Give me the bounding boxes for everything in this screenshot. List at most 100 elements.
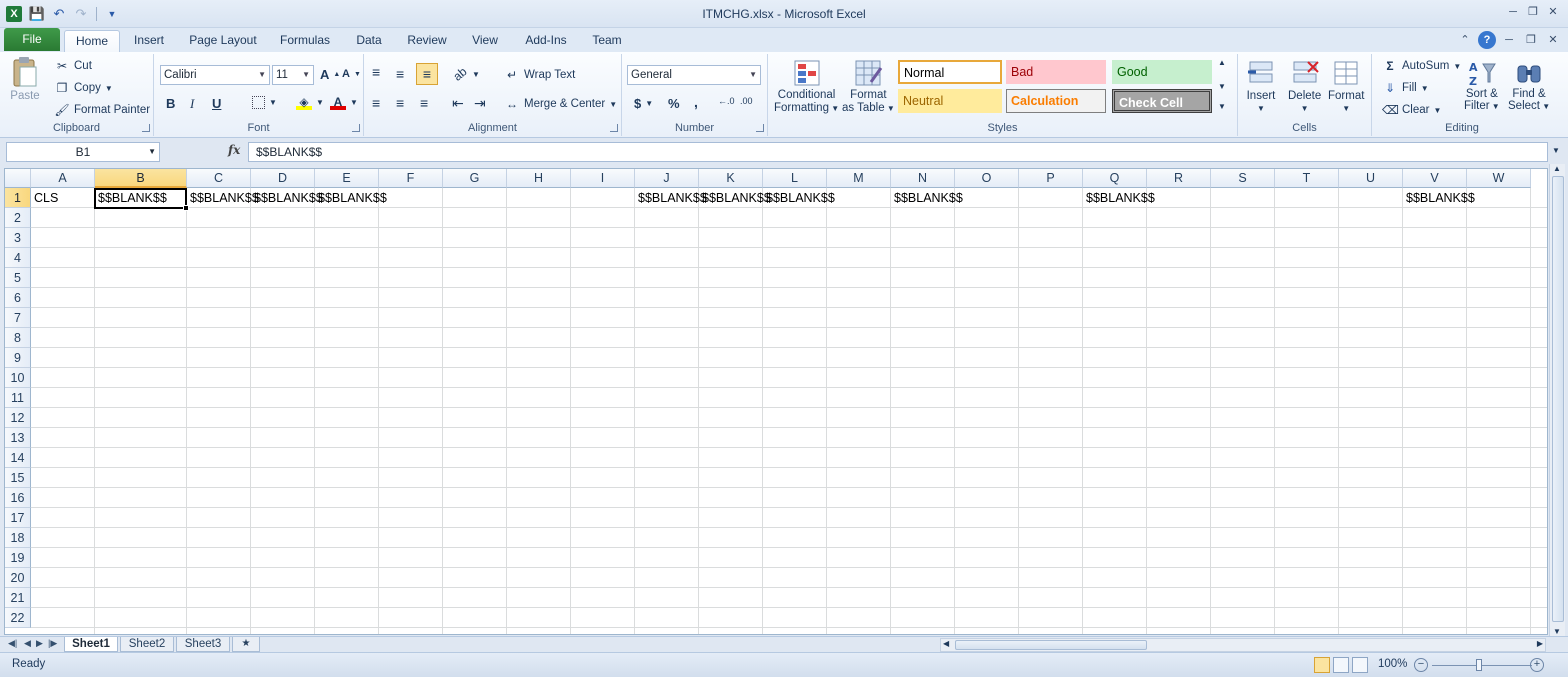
- cell-c1[interactable]: $$BLANK$$: [188, 188, 259, 208]
- cell-l1[interactable]: $$BLANK$$: [764, 188, 835, 208]
- find-select-button[interactable]: Find & Select ▼: [1508, 58, 1550, 112]
- wrap-text-button[interactable]: ↵ Wrap Text: [504, 67, 575, 83]
- column-header-k[interactable]: K: [699, 169, 763, 188]
- format-cells-button[interactable]: Format ▼: [1328, 58, 1364, 113]
- scroll-left-icon[interactable]: ◀: [943, 639, 949, 648]
- column-header-g[interactable]: G: [443, 169, 507, 188]
- cell-j1[interactable]: $$BLANK$$: [636, 188, 707, 208]
- row-header-21[interactable]: 21: [5, 588, 31, 608]
- column-header-m[interactable]: M: [827, 169, 891, 188]
- minimize-icon[interactable]: ─: [1504, 4, 1522, 20]
- column-header-p[interactable]: P: [1019, 169, 1083, 188]
- vertical-scrollbar[interactable]: ▲ ▼: [1549, 164, 1565, 636]
- decrease-decimal-button[interactable]: .00: [740, 96, 753, 106]
- cell-v1[interactable]: $$BLANK$$: [1404, 188, 1475, 208]
- delete-cells-button[interactable]: Delete ▼: [1288, 58, 1321, 113]
- workbook-close-icon[interactable]: ✕: [1544, 31, 1562, 49]
- style-neutral[interactable]: Neutral: [898, 89, 1002, 113]
- scroll-right-icon[interactable]: ▶: [1537, 639, 1543, 648]
- formula-input[interactable]: $$BLANK$$: [248, 142, 1548, 162]
- number-launcher-icon[interactable]: [756, 124, 764, 132]
- align-bottom-button[interactable]: ≡: [416, 63, 438, 85]
- page-break-view-icon[interactable]: [1352, 657, 1368, 673]
- increase-decimal-button[interactable]: ←.0: [718, 96, 735, 106]
- row-header-3[interactable]: 3: [5, 228, 31, 248]
- style-normal[interactable]: Normal: [898, 60, 1002, 84]
- align-top-button[interactable]: ≡: [372, 64, 380, 80]
- row-header-22[interactable]: 22: [5, 608, 31, 628]
- align-right-button[interactable]: ≡: [420, 95, 428, 111]
- scroll-down-icon[interactable]: ▼: [1553, 627, 1561, 636]
- select-all-corner[interactable]: [5, 169, 31, 188]
- row-header-4[interactable]: 4: [5, 248, 31, 268]
- row-header-12[interactable]: 12: [5, 408, 31, 428]
- cell-d1[interactable]: $$BLANK$$: [252, 188, 323, 208]
- fill-button[interactable]: ⇓ Fill ▼: [1382, 80, 1429, 96]
- row-header-8[interactable]: 8: [5, 328, 31, 348]
- workbook-minimize-icon[interactable]: ─: [1500, 31, 1518, 49]
- row-header-2[interactable]: 2: [5, 208, 31, 228]
- cell-e1[interactable]: $$BLANK$$: [316, 188, 387, 208]
- number-format-select[interactable]: General ▼: [627, 65, 761, 85]
- format-painter-button[interactable]: 🖌 Format Painter: [54, 102, 150, 118]
- workbook-restore-icon[interactable]: ❐: [1522, 31, 1540, 49]
- tab-insert[interactable]: Insert: [124, 30, 174, 52]
- column-header-o[interactable]: O: [955, 169, 1019, 188]
- format-as-table-button[interactable]: Format as Table ▼: [842, 58, 895, 114]
- zoom-out-icon[interactable]: −: [1414, 658, 1428, 672]
- expand-formula-bar-icon[interactable]: ▼: [1552, 146, 1560, 155]
- align-left-button[interactable]: ≡: [372, 95, 380, 111]
- sheet-tab-sheet3[interactable]: Sheet3: [176, 637, 230, 652]
- column-header-j[interactable]: J: [635, 169, 699, 188]
- column-header-b[interactable]: B: [95, 169, 187, 188]
- column-header-f[interactable]: F: [379, 169, 443, 188]
- borders-button[interactable]: ▼: [252, 96, 277, 109]
- row-header-15[interactable]: 15: [5, 468, 31, 488]
- row-header-13[interactable]: 13: [5, 428, 31, 448]
- styles-scroll-up-icon[interactable]: ▲: [1218, 58, 1226, 67]
- row-header-19[interactable]: 19: [5, 548, 31, 568]
- style-good[interactable]: Good: [1112, 60, 1212, 84]
- tab-file[interactable]: File: [4, 28, 60, 51]
- row-header-20[interactable]: 20: [5, 568, 31, 588]
- tab-view[interactable]: View: [464, 30, 506, 52]
- normal-view-icon[interactable]: [1314, 657, 1330, 673]
- styles-more-icon[interactable]: ▼: [1218, 102, 1226, 111]
- percent-button[interactable]: %: [668, 96, 680, 111]
- row-header-11[interactable]: 11: [5, 388, 31, 408]
- prev-sheet-icon[interactable]: ◀: [24, 638, 31, 649]
- insert-cells-button[interactable]: Insert ▼: [1246, 58, 1276, 113]
- close-icon[interactable]: ✕: [1544, 4, 1562, 20]
- column-header-v[interactable]: V: [1403, 169, 1467, 188]
- row-header-10[interactable]: 10: [5, 368, 31, 388]
- align-center-button[interactable]: ≡: [396, 95, 404, 111]
- bold-button[interactable]: B: [166, 96, 175, 111]
- tab-page-layout[interactable]: Page Layout: [180, 30, 266, 52]
- row-header-14[interactable]: 14: [5, 448, 31, 468]
- row-header-7[interactable]: 7: [5, 308, 31, 328]
- first-sheet-icon[interactable]: ◀|: [8, 638, 17, 649]
- row-header-1[interactable]: 1: [5, 188, 31, 208]
- font-name-select[interactable]: Calibri ▼: [160, 65, 270, 85]
- cell-q1[interactable]: $$BLANK$$: [1084, 188, 1155, 208]
- column-header-i[interactable]: I: [571, 169, 635, 188]
- column-header-d[interactable]: D: [251, 169, 315, 188]
- merge-center-button[interactable]: ↔ Merge & Center ▼: [504, 96, 617, 112]
- column-header-s[interactable]: S: [1211, 169, 1275, 188]
- column-header-q[interactable]: Q: [1083, 169, 1147, 188]
- alignment-launcher-icon[interactable]: [610, 124, 618, 132]
- row-header-6[interactable]: 6: [5, 288, 31, 308]
- fill-color-button[interactable]: ◈ ▼: [296, 94, 324, 110]
- conditional-formatting-button[interactable]: Conditional Formatting ▼: [774, 58, 839, 114]
- column-header-h[interactable]: H: [507, 169, 571, 188]
- row-header-18[interactable]: 18: [5, 528, 31, 548]
- column-header-r[interactable]: R: [1147, 169, 1211, 188]
- zoom-slider-thumb[interactable]: [1476, 659, 1482, 671]
- column-header-e[interactable]: E: [315, 169, 379, 188]
- style-bad[interactable]: Bad: [1006, 60, 1106, 84]
- font-size-select[interactable]: 11 ▼: [272, 65, 314, 85]
- styles-scroll-down-icon[interactable]: ▼: [1218, 82, 1226, 91]
- comma-button[interactable]: ,: [694, 94, 698, 110]
- tab-data[interactable]: Data: [346, 30, 392, 52]
- horizontal-scroll-thumb[interactable]: [955, 640, 1147, 650]
